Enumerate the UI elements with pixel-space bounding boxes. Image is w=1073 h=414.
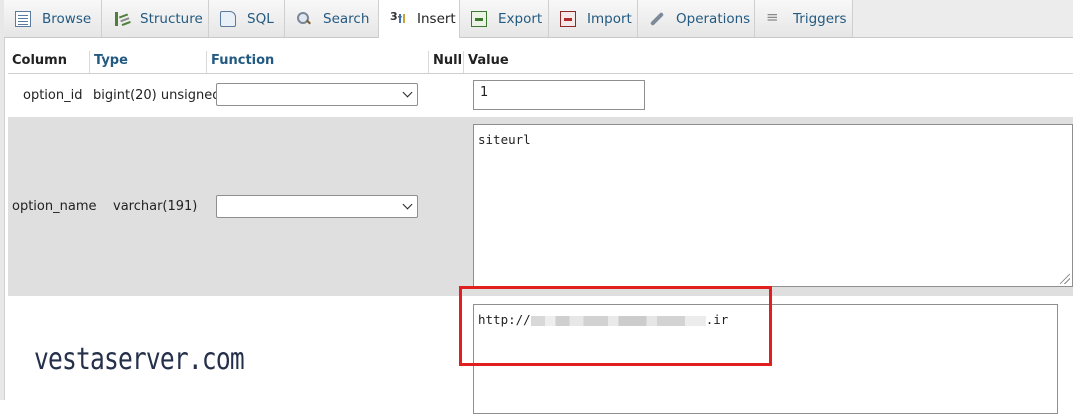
tab-label: Structure: [140, 10, 203, 27]
triggers-icon: [766, 8, 782, 27]
highlight-box: [459, 286, 772, 366]
value-textarea[interactable]: siteurl: [473, 124, 1073, 287]
tab-label: Operations: [676, 10, 751, 27]
tab-structure[interactable]: Structure: [102, 0, 209, 37]
tab-label: Browse: [42, 10, 92, 27]
tab-label: SQL: [247, 10, 274, 27]
left-border: [0, 0, 5, 400]
tab-export[interactable]: Export: [460, 0, 549, 37]
table-row: option_name varchar(191) siteurl: [8, 117, 1073, 296]
column-header: Column: [12, 53, 67, 68]
value-input[interactable]: 1: [473, 80, 645, 110]
null-header: Null: [428, 51, 463, 73]
sql-icon: [220, 10, 236, 27]
resize-grip-icon[interactable]: [1060, 274, 1070, 284]
tab-import[interactable]: Import: [549, 0, 638, 37]
export-icon: [471, 10, 487, 27]
tab-browse[interactable]: Browse: [4, 0, 102, 37]
tab-bar: Browse Structure SQL Search Insert Expor…: [4, 0, 1073, 38]
operations-icon: [649, 11, 665, 27]
insert-icon: [390, 10, 406, 27]
column-name: option_id: [23, 88, 83, 103]
search-icon: [296, 11, 312, 27]
column-type: varchar(191): [113, 199, 198, 214]
import-icon: [560, 10, 576, 27]
table-row: option_id bigint(20) unsigned 1: [8, 74, 1073, 117]
tab-label: Search: [323, 10, 370, 27]
tab-operations[interactable]: Operations: [638, 0, 755, 37]
watermark: vestaserver.com: [34, 342, 245, 377]
tab-label: Triggers: [793, 10, 847, 27]
value-text: siteurl: [478, 132, 531, 147]
tab-label: Insert: [417, 11, 456, 27]
tab-sql[interactable]: SQL: [209, 0, 285, 37]
chevron-down-icon: [402, 87, 413, 98]
structure-icon: [113, 11, 129, 27]
column-type: bigint(20) unsigned: [93, 88, 221, 103]
type-header[interactable]: Type: [89, 51, 206, 73]
column-name: option_name: [12, 199, 97, 214]
tab-label: Import: [587, 10, 632, 27]
table-header: Column Type Function Null Value: [8, 51, 1073, 74]
tab-triggers[interactable]: Triggers: [755, 0, 853, 37]
function-select[interactable]: [216, 83, 418, 106]
function-header[interactable]: Function: [206, 51, 428, 73]
value-header: Value: [463, 51, 1073, 73]
chevron-down-icon: [402, 199, 413, 210]
browse-icon: [15, 10, 31, 27]
tab-insert[interactable]: Insert: [379, 0, 460, 38]
function-select[interactable]: [216, 195, 418, 218]
tab-label: Export: [498, 10, 543, 27]
tab-search[interactable]: Search: [285, 0, 379, 37]
